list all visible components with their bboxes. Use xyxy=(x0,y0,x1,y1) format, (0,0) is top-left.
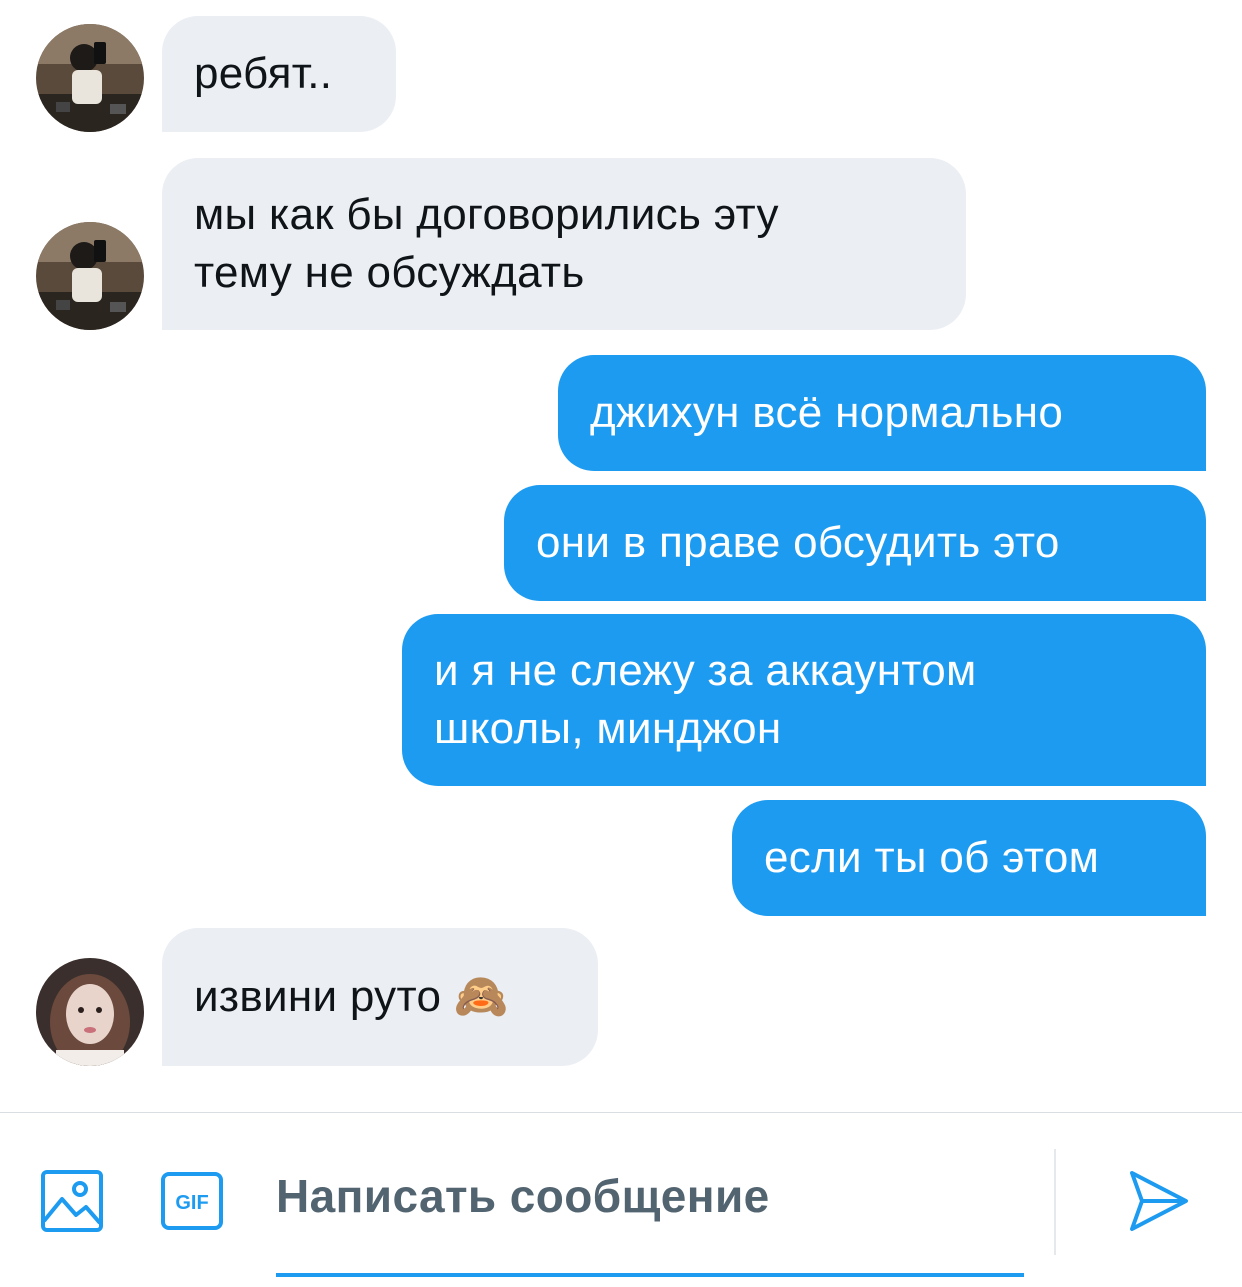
message-text: извини руто 🙈 xyxy=(194,972,509,1021)
outgoing-message: если ты об этом xyxy=(732,800,1206,916)
message-text: ребят.. xyxy=(194,49,333,98)
input-focus-underline xyxy=(276,1273,1024,1277)
divider xyxy=(1054,1149,1056,1255)
incoming-message: ребят.. xyxy=(162,16,396,132)
message-thread: ребят.. мы как бы договорились эту тему … xyxy=(0,0,1242,1112)
avatar[interactable] xyxy=(36,958,144,1066)
outgoing-message: и я не слежу за аккаунтом школы, минджон xyxy=(402,614,1206,786)
incoming-message: извини руто 🙈 xyxy=(162,928,598,1066)
message-text: тему не обсуждать xyxy=(194,248,585,297)
gif-label: GIF xyxy=(175,1192,208,1214)
avatar[interactable] xyxy=(36,222,144,330)
avatar[interactable] xyxy=(36,24,144,132)
incoming-message: мы как бы договорились эту тему не обсуж… xyxy=(162,158,966,330)
message-text: если ты об этом xyxy=(764,833,1100,882)
message-text: джихун всё нормально xyxy=(590,388,1064,437)
message-text: школы, минджон xyxy=(434,704,782,753)
send-icon[interactable] xyxy=(1126,1169,1190,1238)
composer-bar: GIF Написать сообщение xyxy=(0,1112,1242,1287)
outgoing-message: джихун всё нормально xyxy=(558,355,1206,471)
message-text: они в праве обсудить это xyxy=(536,518,1060,567)
gif-icon[interactable]: GIF xyxy=(160,1171,224,1236)
message-input[interactable]: Написать сообщение xyxy=(276,1169,770,1223)
message-text: и я не слежу за аккаунтом xyxy=(434,646,977,695)
image-icon[interactable] xyxy=(40,1169,104,1238)
message-text: мы как бы договорились эту xyxy=(194,190,779,239)
outgoing-message: они в праве обсудить это xyxy=(504,485,1206,601)
